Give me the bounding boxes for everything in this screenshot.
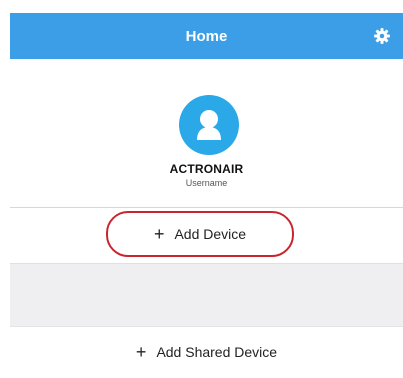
section-spacer [10,263,403,327]
top-app-bar: Home [10,13,403,59]
add-shared-device-button[interactable]: + Add Shared Device [10,332,403,372]
account-subtitle: Username [185,178,228,188]
gear-icon[interactable] [373,27,391,45]
page-title: Home [185,27,228,45]
add-shared-device-label: Add Shared Device [156,344,278,360]
profile-section: ACTRONAIR Username [10,59,403,207]
user-avatar-icon[interactable] [179,95,239,155]
add-device-row: + Add Device [10,208,403,263]
add-device-label: Add Device [174,226,247,242]
plus-icon: + [153,224,165,244]
user-silhouette-icon [197,110,221,140]
add-device-button[interactable]: + Add Device [106,211,294,257]
plus-icon: + [135,342,147,362]
account-name: ACTRONAIR [169,162,244,176]
